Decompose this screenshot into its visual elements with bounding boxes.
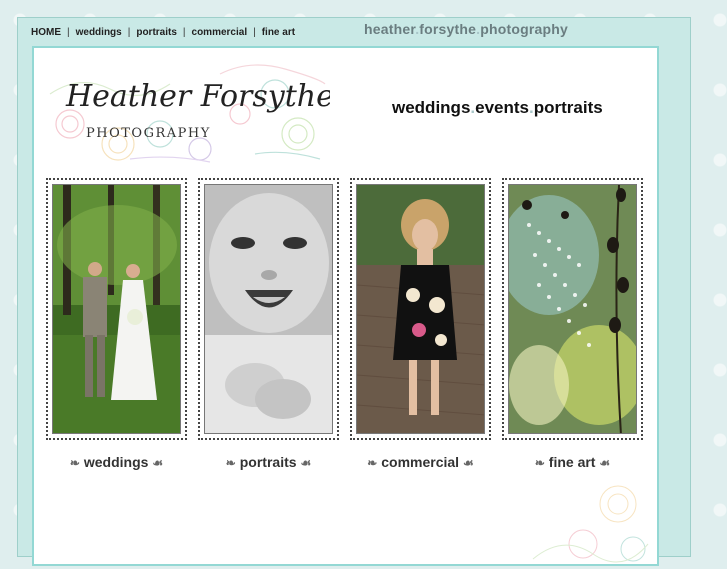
ornament-right-icon: ☙ (599, 456, 611, 470)
content-panel: Heather Forsythe PHOTOGRAPHY weddings.ev… (32, 46, 659, 566)
nav-separator: | (253, 26, 256, 38)
caption-label[interactable]: commercial (381, 454, 459, 470)
nav-commercial-link[interactable]: commercial (192, 27, 248, 38)
logo-script-text: Heather Forsythe (65, 79, 330, 114)
nav-weddings-link[interactable]: weddings (76, 27, 122, 38)
gallery-caption-portraits[interactable]: ❧ portraits ☙ (198, 454, 339, 470)
gallery-card-portraits[interactable] (198, 178, 339, 440)
model-fashion-photo[interactable] (356, 184, 485, 434)
nav-separator: | (67, 26, 70, 38)
nav-fine-art-link[interactable]: fine art (262, 27, 295, 38)
nav-portraits-link[interactable]: portraits (136, 27, 177, 38)
nav-separator: | (182, 26, 186, 38)
gallery-caption-weddings[interactable]: ❧ weddings ☙ (46, 454, 187, 470)
gallery-caption-fine-art[interactable]: ❧ fine art ☙ (502, 454, 643, 470)
page-frame: HOME | weddings | portraits | commercial… (17, 17, 691, 566)
nav-separator: | (127, 26, 131, 38)
site-title-part: heather (364, 21, 416, 37)
caption-label[interactable]: fine art (549, 454, 596, 470)
tagline-part: events (475, 98, 530, 117)
ornament-right-icon: ☙ (300, 456, 312, 470)
gallery-card-weddings[interactable] (46, 178, 187, 440)
site-title-part: forsythe (419, 21, 477, 37)
logo-sub-text: PHOTOGRAPHY (86, 126, 211, 141)
caption-label[interactable]: weddings (84, 454, 149, 470)
site-title: heather.forsythe.photography (364, 21, 568, 37)
logo-floral-graphic: Heather Forsythe PHOTOGRAPHY (49, 64, 334, 163)
gallery-card-commercial[interactable] (350, 178, 491, 440)
tagline-part: portraits (533, 98, 603, 117)
baby-portrait-photo[interactable] (204, 184, 333, 434)
site-title-part: photography (480, 21, 568, 37)
caption-label[interactable]: portraits (240, 454, 297, 470)
logo[interactable]: Heather Forsythe PHOTOGRAPHY (40, 54, 334, 166)
ornament-left-icon: ❧ (225, 456, 236, 470)
top-navigation: HOME | weddings | portraits | commercial… (31, 24, 295, 40)
tagline: weddings.events.portraits (392, 98, 603, 118)
ornament-left-icon: ❧ (534, 456, 545, 470)
ornament-left-icon: ❧ (367, 456, 378, 470)
gallery-card-fine-art[interactable] (502, 178, 643, 440)
bride-groom-photo[interactable] (52, 184, 181, 434)
ornament-right-icon: ☙ (152, 456, 164, 470)
dewdrops-photo[interactable] (508, 184, 637, 434)
corner-floral-decoration (523, 474, 653, 564)
ornament-right-icon: ☙ (462, 456, 474, 470)
nav-home-link[interactable]: HOME (31, 27, 61, 38)
tagline-part: weddings (392, 98, 471, 117)
ornament-left-icon: ❧ (69, 456, 80, 470)
gallery-caption-commercial[interactable]: ❧ commercial ☙ (350, 454, 491, 470)
